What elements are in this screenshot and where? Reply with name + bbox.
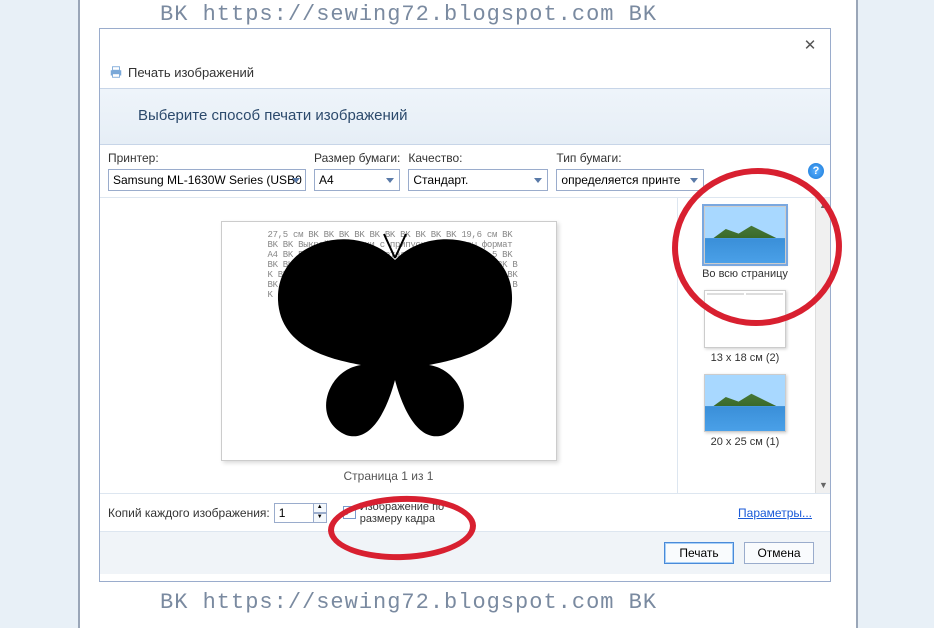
close-button[interactable]: ✕ (796, 35, 824, 57)
watermark-text: BK https://sewing72.blogspot.com BK (160, 2, 657, 27)
fit-frame-label: Изображение по размеру кадра (360, 501, 470, 525)
layout-thumbnail (704, 290, 786, 348)
dialog-header: Выберите способ печати изображений (100, 89, 830, 145)
layout-option-13x18[interactable]: 13 x 18 см (2) (682, 284, 808, 366)
printer-label: Принтер: (108, 151, 306, 165)
dialog-title: Печать изображений (128, 65, 254, 80)
paper-size-label: Размер бумаги: (314, 151, 400, 165)
layout-option-20x25[interactable]: 20 x 25 см (1) (682, 368, 808, 450)
print-dialog: ✕ Печать изображений Выберите способ печ… (99, 28, 831, 582)
quality-select[interactable]: Стандарт. (408, 169, 548, 191)
fit-frame-checkbox[interactable] (343, 506, 356, 519)
copies-spinner[interactable]: ▲ ▼ (313, 503, 327, 523)
scroll-down-icon[interactable]: ▼ (816, 478, 830, 493)
scrollbar[interactable]: ▲ ▼ (815, 198, 830, 493)
options-row: Принтер: Samsung ML-1630W Series (USB0 Р… (100, 145, 830, 198)
spinner-down-icon[interactable]: ▼ (313, 513, 327, 523)
butterfly-image (266, 230, 524, 450)
preview-pane: 27,5 cм BK BK BK BK BK BK BK BK BK BK 19… (100, 198, 677, 493)
paper-type-label: Тип бумаги: (556, 151, 704, 165)
layout-label: 13 x 18 см (2) (682, 352, 808, 364)
printer-select[interactable]: Samsung ML-1630W Series (USB0 (108, 169, 306, 191)
scroll-up-icon[interactable]: ▲ (816, 198, 830, 213)
copies-input[interactable] (274, 503, 314, 523)
layout-label: 20 x 25 см (1) (682, 436, 808, 448)
print-button[interactable]: Печать (664, 542, 734, 564)
spinner-up-icon[interactable]: ▲ (313, 503, 327, 513)
layout-thumbnail (704, 206, 786, 264)
copies-label: Копий каждого изображения: (108, 506, 270, 520)
layout-thumbnail (704, 374, 786, 432)
preview-page: 27,5 cм BK BK BK BK BK BK BK BK BK BK 19… (221, 221, 557, 461)
main-area: 27,5 cм BK BK BK BK BK BK BK BK BK BK 19… (100, 198, 830, 494)
paper-size-select[interactable]: A4 (314, 169, 400, 191)
layout-option-full-page[interactable]: Во всю страницу (682, 200, 808, 282)
help-icon[interactable]: ? (808, 163, 824, 179)
watermark-text: BK https://sewing72.blogspot.com BK (160, 590, 657, 615)
button-row: Печать Отмена (100, 532, 830, 574)
cancel-button[interactable]: Отмена (744, 542, 814, 564)
paper-type-select[interactable]: определяется принте (556, 169, 704, 191)
page-caption: Страница 1 из 1 (344, 469, 434, 483)
footer-row: Копий каждого изображения: ▲ ▼ Изображен… (100, 494, 830, 532)
options-link[interactable]: Параметры... (738, 506, 812, 520)
titlebar: ✕ Печать изображений (100, 29, 830, 89)
layout-label: Во всю страницу (682, 268, 808, 280)
layout-pane: Во всю страницу 13 x 18 см (2) 20 x 25 с… (677, 198, 830, 493)
quality-label: Качество: (408, 151, 548, 165)
printer-icon (109, 65, 123, 79)
